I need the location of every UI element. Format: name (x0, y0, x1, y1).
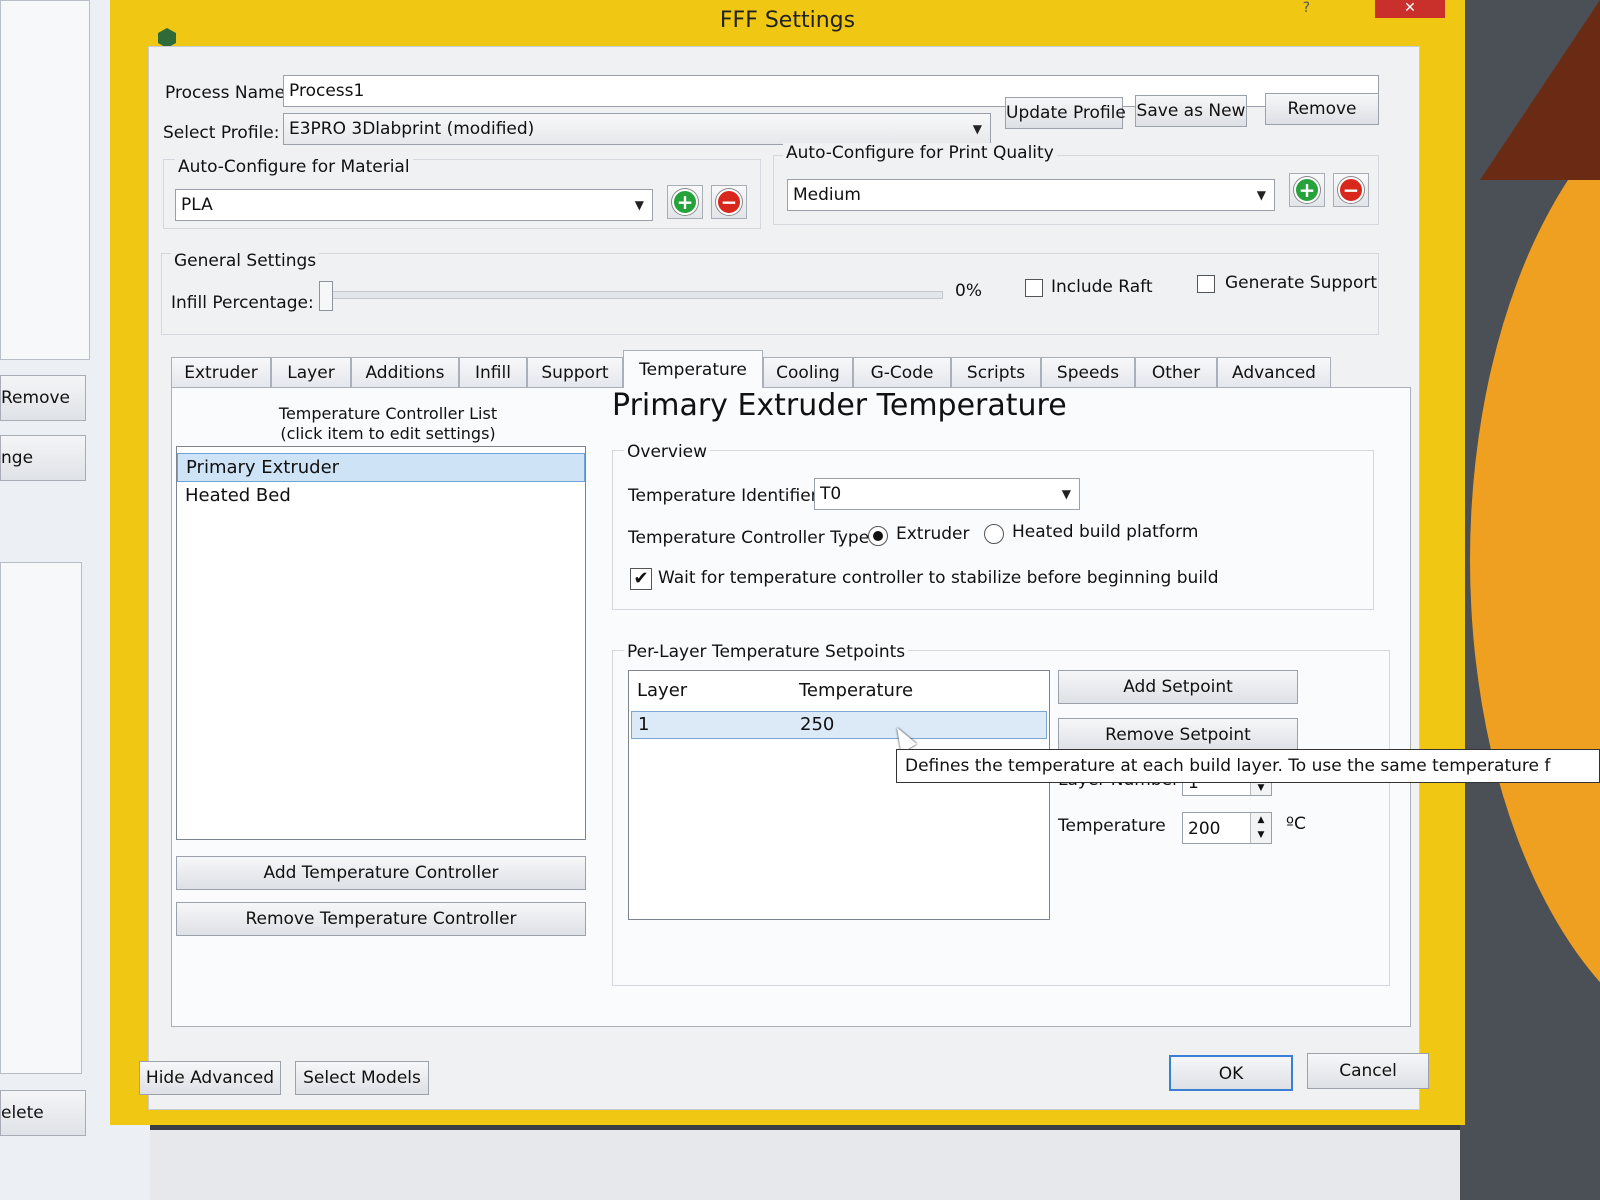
wallpaper-circle (1470, 60, 1600, 1060)
tab-infill[interactable]: Infill (459, 357, 527, 387)
row-temperature-cell: 250 (800, 714, 835, 735)
material-group-label: Auto-Configure for Material (175, 157, 413, 177)
quality-group-label: Auto-Configure for Print Quality (783, 143, 1057, 163)
include-raft-label: Include Raft (1051, 277, 1153, 297)
row-layer-cell: 1 (638, 714, 650, 735)
heated-platform-radio-label: Heated build platform (1012, 522, 1199, 542)
minus-icon: − (716, 189, 742, 215)
tab-additions[interactable]: Additions (351, 357, 459, 387)
process-name-label: Process Name: (165, 83, 291, 103)
add-temperature-controller-button[interactable]: Add Temperature Controller (176, 856, 586, 890)
window-title: FFF Settings (719, 8, 856, 33)
cancel-button[interactable]: Cancel (1307, 1053, 1429, 1089)
setpoint-temperature-stepper[interactable]: 200 ▲ ▼ (1182, 812, 1272, 844)
infill-slider-handle[interactable] (319, 281, 333, 311)
detail-heading: Primary Extruder Temperature (612, 388, 1067, 423)
tab-temperature[interactable]: Temperature (623, 350, 763, 388)
wallpaper-triangle (1480, 0, 1600, 180)
include-raft-checkbox[interactable] (1025, 279, 1043, 297)
tab-scripts[interactable]: Scripts (951, 357, 1041, 387)
tab-extruder[interactable]: Extruder (171, 357, 271, 387)
add-setpoint-button[interactable]: Add Setpoint (1058, 670, 1298, 704)
column-header-layer[interactable]: Layer (637, 671, 687, 709)
desktop-wallpaper (1460, 0, 1600, 1200)
list-item-primary-extruder[interactable]: Primary Extruder (177, 453, 585, 482)
spin-arrows-icon[interactable]: ▲▼ (1250, 813, 1271, 843)
general-settings-label: General Settings (171, 251, 320, 271)
title-bar[interactable]: FFF Settings ? ✕ (110, 0, 1465, 48)
quality-dropdown[interactable]: Medium (787, 179, 1275, 211)
controller-list-title: Temperature Controller List (278, 404, 498, 423)
add-material-button[interactable]: + (667, 185, 703, 219)
wait-stabilize-checkbox[interactable]: ✔ (630, 568, 652, 590)
tab-advanced[interactable]: Advanced (1217, 357, 1331, 387)
generate-support-checkbox[interactable] (1197, 275, 1215, 293)
select-profile-dropdown[interactable]: E3PRO 3Dlabprint (modified) (283, 113, 991, 145)
overview-label: Overview (624, 442, 711, 462)
wait-stabilize-label: Wait for temperature controller to stabi… (658, 568, 1219, 588)
tab-cooling[interactable]: Cooling (763, 357, 853, 387)
help-icon[interactable]: ? (1303, 0, 1310, 16)
setpoint-temperature-value: 200 (1188, 819, 1221, 839)
select-profile-label: Select Profile: (163, 123, 280, 143)
infill-percentage-value: 0% (955, 281, 982, 301)
tab-speeds[interactable]: Speeds (1041, 357, 1135, 387)
background-remove-button[interactable]: Remove (0, 375, 86, 421)
background-panel-top (0, 0, 90, 360)
controller-list-hint: (click item to edit settings) (280, 424, 496, 443)
column-header-temperature[interactable]: Temperature (799, 671, 913, 709)
fff-settings-window: FFF Settings ? ✕ Process Name: Process1 … (110, 0, 1465, 1125)
setpoint-temperature-label: Temperature (1058, 816, 1166, 836)
extruder-radio[interactable] (868, 526, 888, 546)
remove-quality-button[interactable]: − (1333, 173, 1369, 207)
controller-type-label: Temperature Controller Type: (628, 528, 875, 548)
extruder-radio-label: Extruder (896, 524, 970, 544)
heated-platform-radio[interactable] (984, 524, 1004, 544)
controller-list-header: Temperature Controller List (click item … (268, 404, 508, 444)
remove-material-button[interactable]: − (711, 185, 747, 219)
close-icon[interactable]: ✕ (1375, 0, 1445, 18)
add-quality-button[interactable]: + (1289, 173, 1325, 207)
table-row[interactable]: 1 250 (631, 711, 1047, 739)
background-change-button[interactable]: nge (0, 435, 86, 481)
save-as-new-button[interactable]: Save as New (1135, 95, 1247, 127)
remove-profile-button[interactable]: Remove (1265, 93, 1379, 125)
temperature-identifier-label: Temperature Identifier (628, 486, 818, 506)
temperature-tab-page: Temperature Controller List (click item … (171, 387, 1411, 1027)
background-delete-button[interactable]: elete (0, 1090, 86, 1136)
setpoints-tooltip: Defines the temperature at each build la… (896, 749, 1600, 783)
background-strip (150, 1130, 1460, 1200)
generate-support-label: Generate Support (1225, 273, 1378, 293)
temperature-identifier-dropdown[interactable]: T0 (814, 478, 1080, 510)
temperature-unit: ºC (1286, 814, 1306, 834)
remove-temperature-controller-button[interactable]: Remove Temperature Controller (176, 902, 586, 936)
plus-icon: + (672, 189, 698, 215)
infill-percentage-label: Infill Percentage: (171, 293, 314, 313)
remove-setpoint-button[interactable]: Remove Setpoint (1058, 718, 1298, 752)
material-dropdown[interactable]: PLA (175, 189, 653, 221)
controller-list[interactable]: Primary Extruder Heated Bed (176, 446, 586, 840)
tab-support[interactable]: Support (527, 357, 623, 387)
tab-g-code[interactable]: G-Code (853, 357, 951, 387)
list-item-heated-bed[interactable]: Heated Bed (177, 482, 585, 509)
tab-other[interactable]: Other (1135, 357, 1217, 387)
plus-icon: + (1294, 177, 1320, 203)
update-profile-button[interactable]: Update Profile (1005, 97, 1126, 129)
dialog-client: Process Name: Process1 Select Profile: E… (139, 46, 1429, 1110)
background-panel-mid (0, 562, 82, 1074)
select-models-button[interactable]: Select Models (295, 1061, 429, 1095)
tab-layer[interactable]: Layer (271, 357, 351, 387)
ok-button[interactable]: OK (1169, 1055, 1293, 1091)
infill-slider-track[interactable] (327, 291, 943, 299)
hide-advanced-button[interactable]: Hide Advanced (139, 1061, 281, 1095)
setpoints-label: Per-Layer Temperature Setpoints (624, 642, 909, 662)
setpoints-table[interactable]: Layer Temperature 1 250 (628, 670, 1050, 920)
minus-icon: − (1338, 177, 1364, 203)
